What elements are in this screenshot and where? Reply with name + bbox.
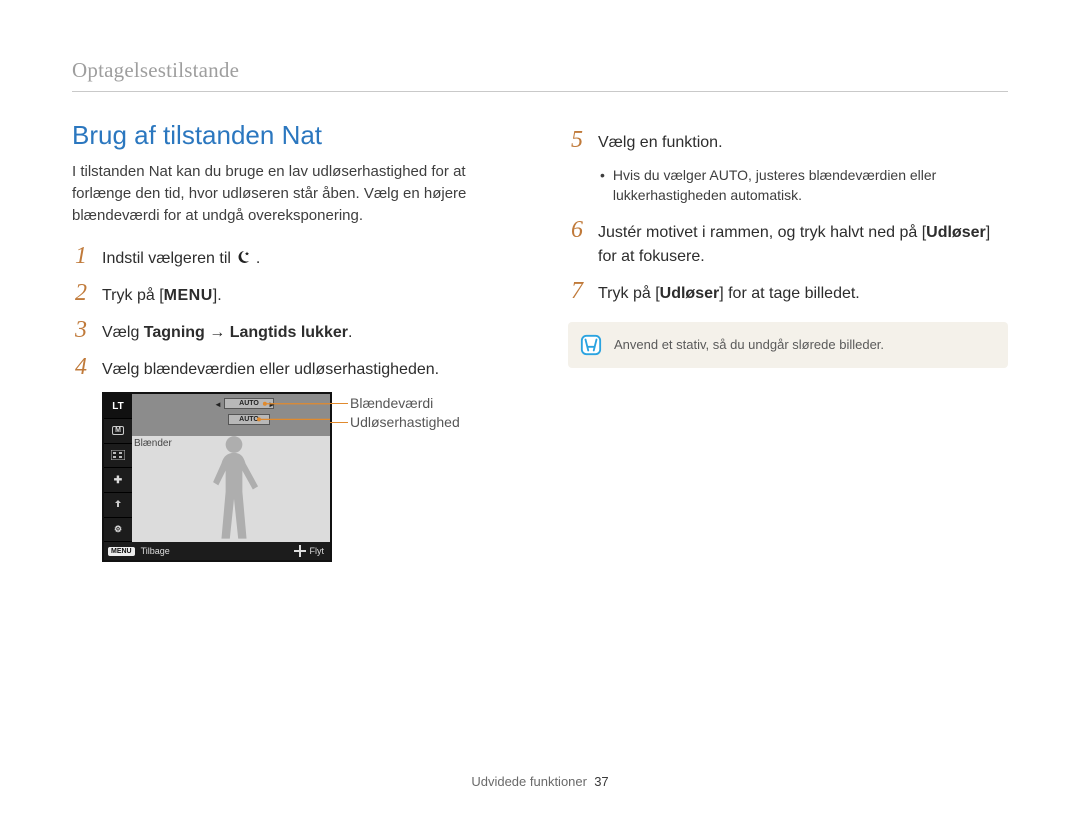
- step-2: 2 Tryk på [MENU].: [72, 281, 512, 308]
- step-number: 5: [568, 128, 586, 153]
- step-5-bullet: • Hvis du vælger AUTO, justeres blændevæ…: [600, 165, 1008, 206]
- lcd-sidebar-item: ⚙: [104, 518, 132, 543]
- lcd-sidebar-item: [104, 493, 132, 518]
- aperture-auto-badge: AUTO: [224, 398, 274, 409]
- page-title: Brug af tilstanden Nat: [72, 120, 512, 151]
- step-number: 4: [72, 355, 90, 380]
- left-column: Brug af tilstanden Nat I tilstanden Nat …: [72, 120, 512, 562]
- nav-pad-icon: [294, 545, 306, 557]
- arrow-left-icon: ◄: [214, 400, 222, 409]
- step-text: Vælg Tagning → Langtids lukker.: [102, 318, 352, 345]
- step-number: 3: [72, 318, 90, 343]
- bullet-icon: •: [600, 165, 605, 206]
- step-6: 6 Justér motivet i rammen, og tryk halvt…: [568, 218, 1008, 269]
- callout-aperture: Blændeværdi: [350, 394, 460, 413]
- step-number: 2: [72, 281, 90, 306]
- breadcrumb: Optagelsestilstande: [72, 58, 1008, 92]
- lcd-sidebar-item: [104, 444, 132, 469]
- step-text: Vælg en funktion.: [598, 128, 723, 155]
- lcd-sidebar-item: M: [104, 419, 132, 444]
- step-number: 1: [72, 244, 90, 269]
- arrow-right-icon: ►: [268, 400, 276, 409]
- content-columns: Brug af tilstanden Nat I tilstanden Nat …: [72, 120, 1008, 562]
- lcd-sidebar: LT M ✚ ⚙: [104, 394, 132, 542]
- step-text: Tryk på [MENU].: [102, 281, 222, 308]
- lcd-sidebar-item: ✚: [104, 468, 132, 493]
- lcd-menu-button: MENU: [108, 547, 135, 556]
- right-column: 5 Vælg en funktion. • Hvis du vælger AUT…: [568, 120, 1008, 562]
- camera-lcd: LT M ✚ ⚙: [102, 392, 332, 562]
- lcd-aperture-label: Blænder: [134, 438, 172, 449]
- person-silhouette-icon: [199, 432, 269, 547]
- lcd-callouts: Blændeværdi Udløserhastighed: [350, 392, 460, 432]
- callout-shutter: Udløserhastighed: [350, 413, 460, 432]
- page-footer: Udvidede funktioner 37: [0, 774, 1080, 789]
- step-number: 7: [568, 279, 586, 304]
- step-4: 4 Vælg blændeværdien eller udløserhastig…: [72, 355, 512, 382]
- info-note-icon: [580, 334, 602, 356]
- step-text: Indstil vælgeren til .: [102, 244, 260, 271]
- menu-key: MENU: [164, 287, 213, 304]
- lcd-lt-badge: LT: [104, 394, 132, 419]
- lcd-move-label: Flyt: [310, 546, 325, 556]
- footer-section-label: Udvidede funktioner: [471, 774, 587, 789]
- lcd-illustration: LT M ✚ ⚙: [102, 392, 512, 562]
- step-1: 1 Indstil vælgeren til .: [72, 244, 512, 271]
- step-text: Justér motivet i rammen, og tryk halvt n…: [598, 218, 1008, 269]
- step-5: 5 Vælg en funktion.: [568, 128, 1008, 155]
- step-text: Tryk på [Udløser] for at tage billedet.: [598, 279, 860, 306]
- intro-paragraph: I tilstanden Nat kan du bruge en lav udl…: [72, 161, 512, 226]
- step-number: 6: [568, 218, 586, 243]
- lcd-back-label: Tilbage: [141, 546, 170, 556]
- manual-page: Optagelsestilstande Brug af tilstanden N…: [0, 0, 1080, 815]
- shutter-auto-badge: AUTO: [228, 414, 270, 425]
- night-mode-icon: [235, 249, 251, 265]
- tip-text: Anvend et stativ, så du undgår slørede b…: [614, 334, 884, 354]
- page-number: 37: [594, 774, 608, 789]
- lcd-bottombar: MENU Tilbage Flyt: [104, 542, 330, 560]
- step-3: 3 Vælg Tagning → Langtids lukker.: [72, 318, 512, 345]
- step-7: 7 Tryk på [Udløser] for at tage billedet…: [568, 279, 1008, 306]
- step-text: Vælg blændeværdien eller udløserhastighe…: [102, 355, 439, 382]
- tip-box: Anvend et stativ, så du undgår slørede b…: [568, 322, 1008, 368]
